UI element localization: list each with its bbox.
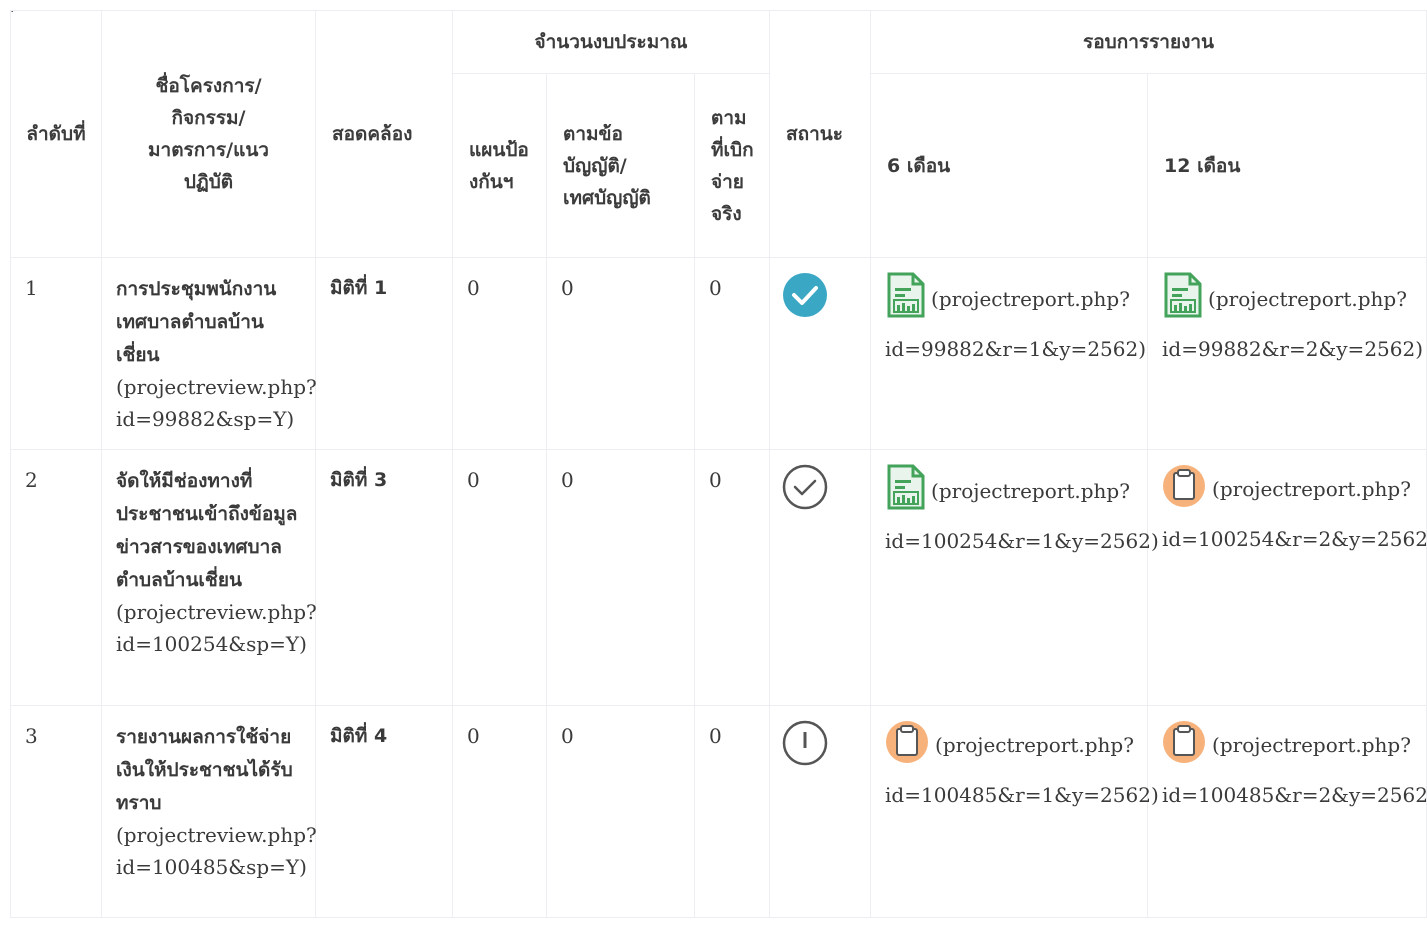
budget-plan-value: 0	[452, 257, 547, 450]
col-actual-header: ตามที่เบิกจ่ายจริง	[693, 73, 771, 258]
report-12m-cell: (projectreport.php?id=100254&r=2&y=2562)	[1147, 449, 1427, 706]
col-decree-header: ตามข้อบัญญัติ/เทศบัญญัติ	[546, 73, 695, 258]
budget-decree-value: 0	[546, 449, 695, 706]
check-filled-icon	[782, 273, 828, 323]
row-number: 3	[10, 705, 102, 918]
budget-decree-value: 0	[546, 257, 695, 450]
budget-actual-value: 0	[693, 449, 771, 706]
project-name: การประชุมพนักงานเทศบาลตำบลบ้านเชี่ยน	[116, 278, 277, 366]
status-cell	[769, 449, 872, 706]
report-group-header: รอบการรายงาน	[870, 10, 1427, 74]
info-outline-icon	[782, 720, 828, 771]
project-name: จัดให้มีช่องทางที่ประชาชนเข้าถึงข้อมูลข่…	[116, 470, 298, 591]
col-12m-header: 12 เดือน	[1147, 73, 1427, 258]
budget-actual-value: 0	[693, 705, 771, 918]
status-cell	[769, 705, 872, 918]
project-review-link[interactable]: (projectreview.php?id=100254&sp=Y)	[116, 600, 317, 656]
status-cell	[769, 257, 872, 450]
report-6m-cell: (projectreport.php?id=99882&r=1&y=2562)	[870, 257, 1149, 450]
col-status-header: สถานะ	[769, 10, 872, 258]
col-align-header: สอดคล้อง	[315, 10, 453, 258]
check-outline-icon	[782, 464, 828, 515]
clipboard-pending-icon[interactable]	[1162, 464, 1206, 520]
budget-plan-value: 0	[452, 705, 547, 918]
dimension-cell: มิติที่ 4	[315, 705, 453, 918]
col-plan-header: แผนป้องกันฯ	[452, 73, 547, 258]
table-row: 2 จัดให้มีช่องทางที่ประชาชนเข้าถึงข้อมูล…	[10, 449, 1427, 706]
report-sheet-icon[interactable]	[885, 464, 925, 522]
dimension-cell: มิติที่ 1	[315, 257, 453, 450]
dimension-cell: มิติที่ 3	[315, 449, 453, 706]
col-no-header: ลำดับที่	[10, 10, 102, 258]
budget-plan-value: 0	[452, 449, 547, 706]
table-row: 3 รายงานผลการใช้จ่ายเงินให้ประชาชนได้รับ…	[10, 705, 1427, 918]
report-6m-link[interactable]: (projectreport.php?id=100254&r=1&y=2562)	[885, 479, 1159, 553]
report-6m-cell: (projectreport.php?id=100254&r=1&y=2562)	[870, 449, 1159, 706]
report-12m-cell: (projectreport.php?id=100485&r=2&y=2562)	[1147, 705, 1427, 918]
row-number: 2	[10, 449, 102, 706]
report-sheet-icon[interactable]	[1162, 272, 1202, 330]
project-name-cell: การประชุมพนักงานเทศบาลตำบลบ้านเชี่ยน (pr…	[101, 257, 317, 450]
budget-actual-value: 0	[693, 257, 771, 450]
project-name: รายงานผลการใช้จ่ายเงินให้ประชาชนได้รับทร…	[116, 726, 293, 814]
project-name-cell: จัดให้มีช่องทางที่ประชาชนเข้าถึงข้อมูลข่…	[101, 449, 317, 706]
table-row: 1 การประชุมพนักงานเทศบาลตำบลบ้านเชี่ยน (…	[10, 257, 1427, 450]
col-6m-header: 6 เดือน	[870, 73, 1149, 258]
report-6m-cell: (projectreport.php?id=100485&r=1&y=2562)	[870, 705, 1159, 918]
project-name-cell: รายงานผลการใช้จ่ายเงินให้ประชาชนได้รับทร…	[101, 705, 317, 918]
project-review-link[interactable]: (projectreview.php?id=100485&sp=Y)	[116, 823, 317, 879]
row-number: 1	[10, 257, 102, 450]
col-name-header: ชื่อโครงการ/กิจกรรม/มาตรการ/แนวปฏิบัติ	[101, 10, 316, 258]
clipboard-pending-icon[interactable]	[885, 720, 929, 776]
budget-group-header: จำนวนงบประมาณ	[451, 10, 771, 74]
project-table: ลำดับที่ ชื่อโครงการ/กิจกรรม/มาตรการ/แนว…	[10, 10, 1427, 918]
clipboard-pending-icon[interactable]	[1162, 720, 1206, 776]
budget-decree-value: 0	[546, 705, 695, 918]
project-review-link[interactable]: (projectreview.php?id=99882&sp=Y)	[116, 375, 317, 431]
report-sheet-icon[interactable]	[885, 272, 925, 330]
report-12m-cell: (projectreport.php?id=99882&r=2&y=2562)	[1147, 257, 1427, 450]
